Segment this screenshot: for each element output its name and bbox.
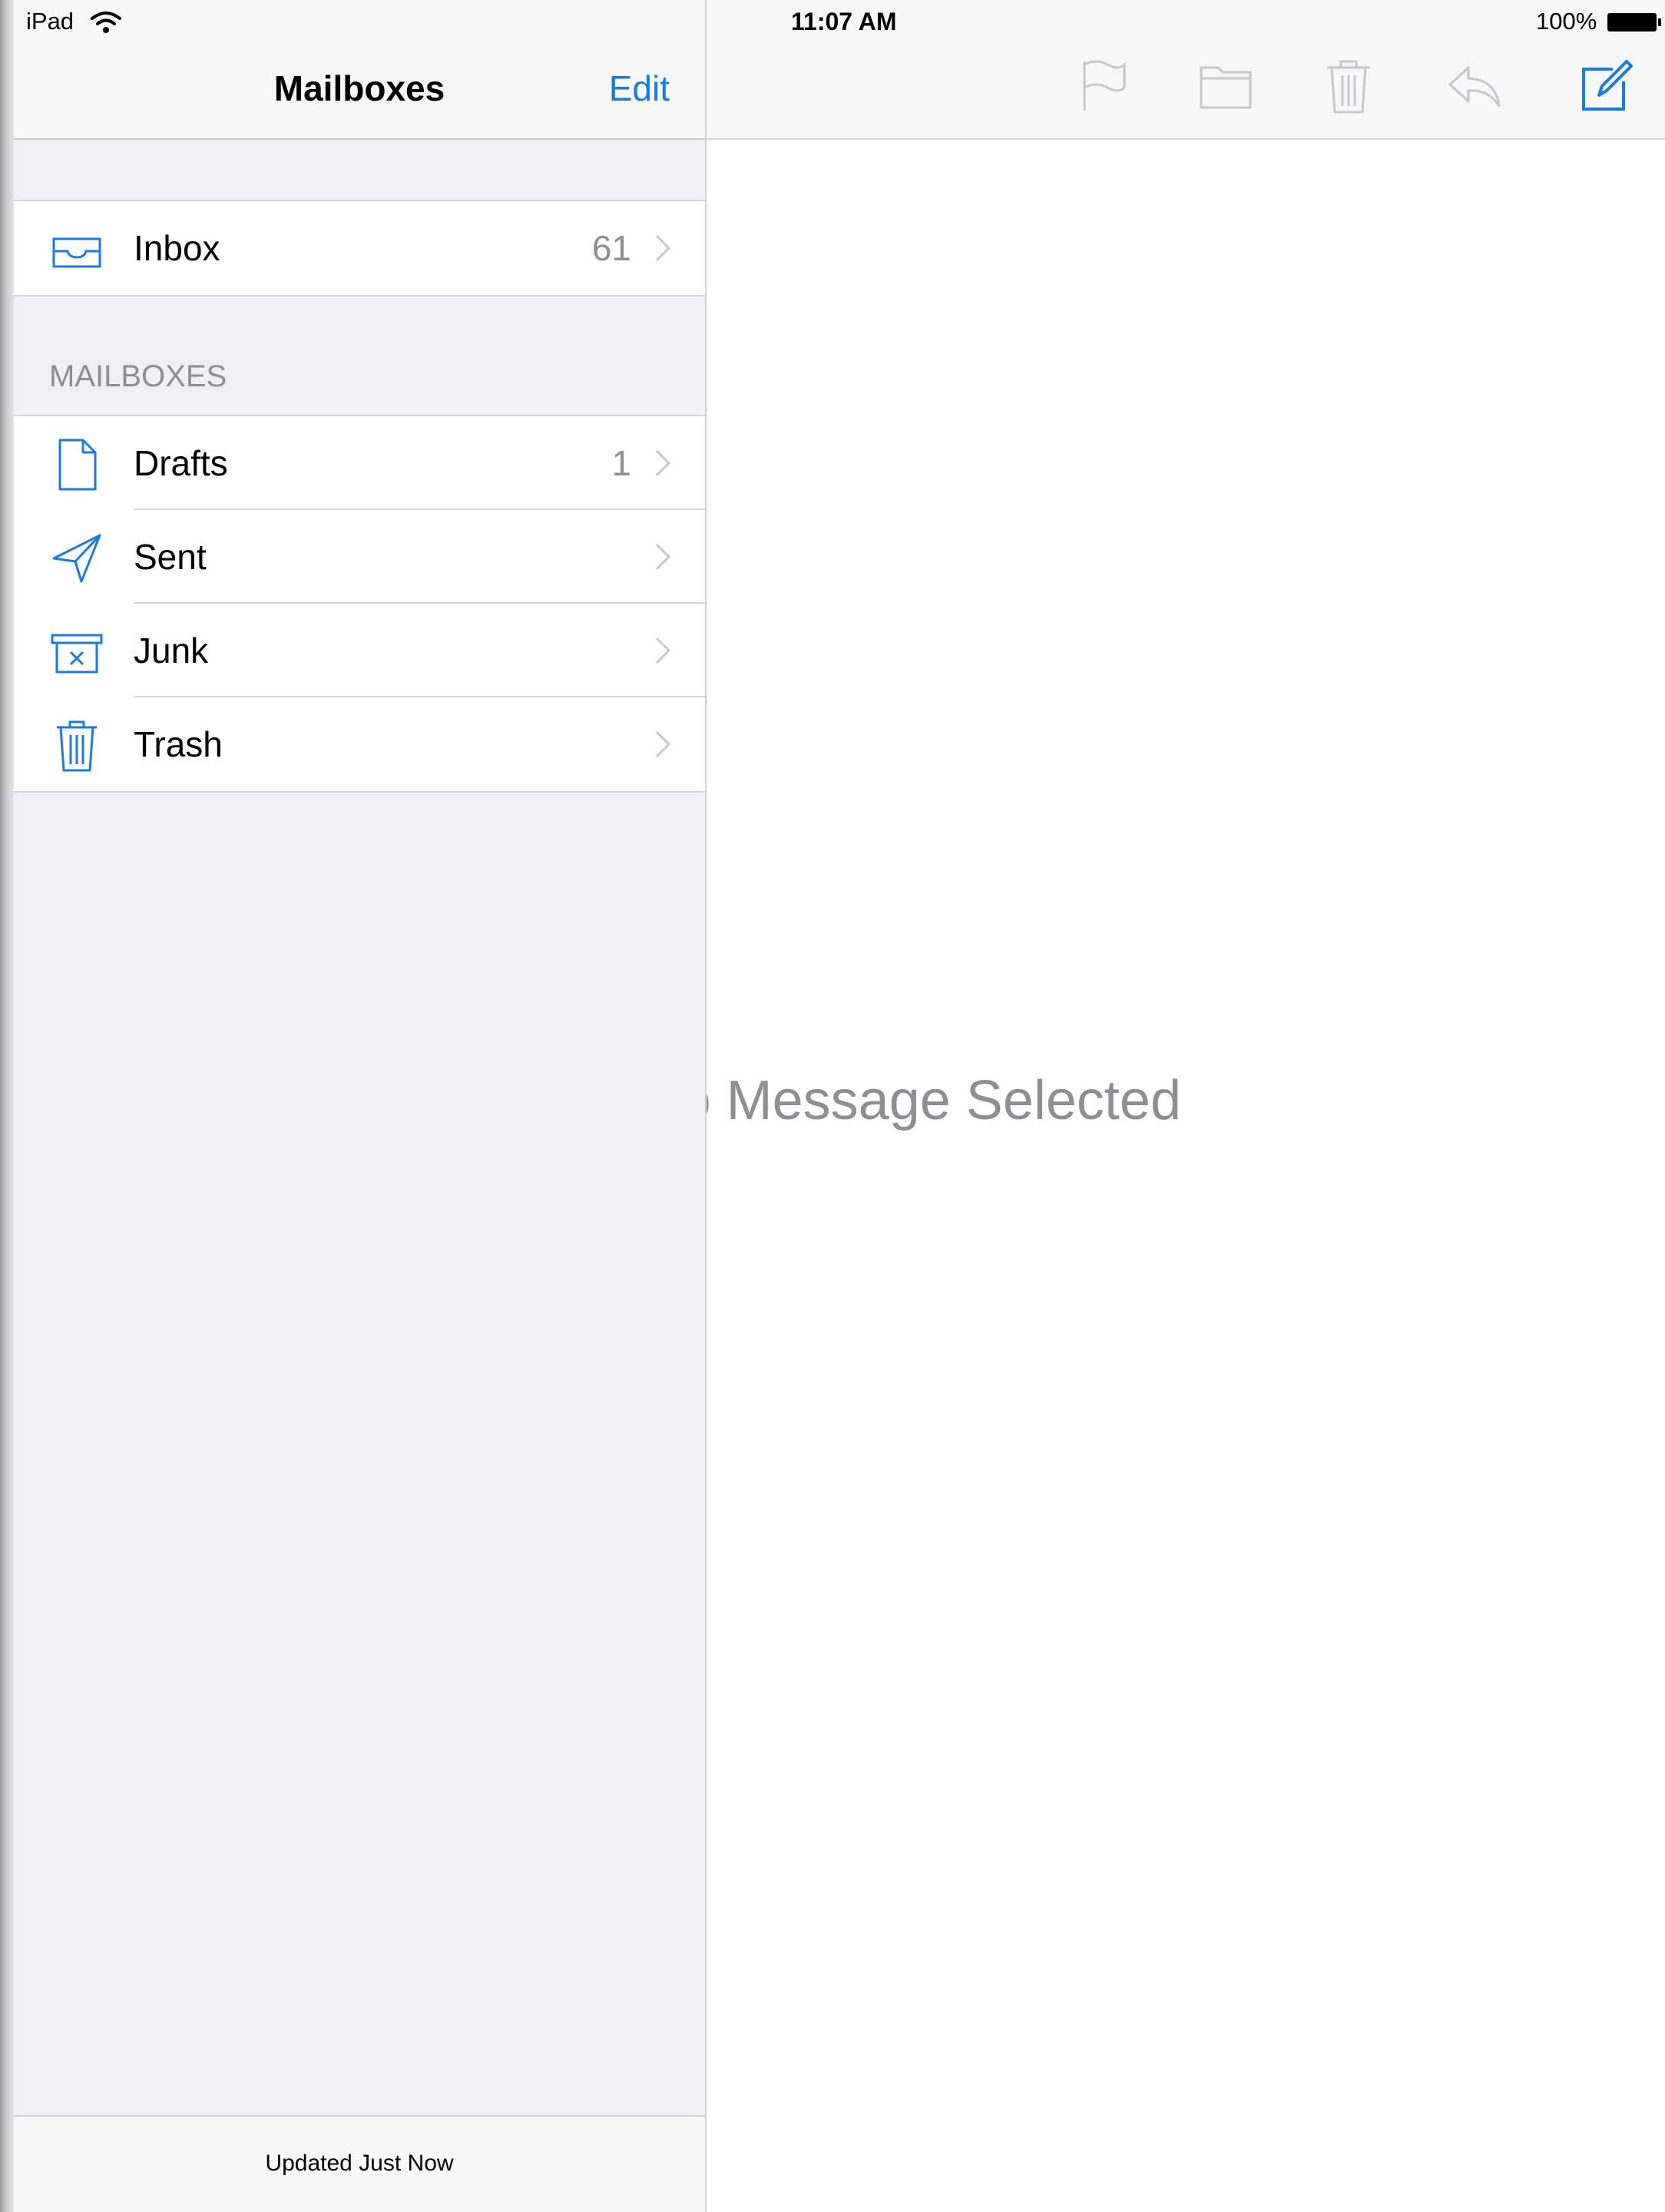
mailbox-label: Junk [134, 631, 209, 671]
mailbox-label: Sent [134, 537, 207, 577]
chevron-right-icon [655, 543, 671, 571]
mailbox-label: Trash [134, 724, 223, 764]
section-header: MAILBOXES [49, 359, 227, 393]
page-title: Mailboxes [273, 68, 445, 108]
item-count: 1 [611, 443, 631, 483]
mailbox-row-junk[interactable]: Junk [14, 604, 705, 697]
mailboxes-group: Drafts 1 Sent Junk Trash [14, 415, 705, 793]
sidebar-footer: Updated Just Now [14, 2115, 705, 2212]
unread-count: 61 [591, 228, 631, 268]
drafts-icon [58, 439, 97, 491]
mailbox-row-sent[interactable]: Sent [14, 510, 705, 604]
update-status: Updated Just Now [265, 2151, 454, 2176]
chevron-right-icon [655, 449, 671, 477]
chevron-right-icon [655, 637, 671, 664]
trash-icon[interactable] [1319, 57, 1378, 115]
chevron-right-icon [655, 730, 671, 758]
battery-icon [1607, 13, 1661, 31]
junk-icon [51, 634, 103, 674]
battery-percent: 100% [1536, 8, 1597, 35]
empty-message: No Message Selected [705, 1070, 1181, 1131]
edit-button[interactable]: Edit [609, 68, 670, 109]
mailbox-row-trash[interactable]: Trash [14, 697, 705, 791]
flag-icon[interactable] [1074, 57, 1132, 115]
folder-icon[interactable] [1197, 57, 1255, 115]
mailbox-label: Drafts [134, 443, 228, 483]
mailbox-label: Inbox [134, 228, 220, 268]
device-name: iPad [26, 8, 74, 35]
sent-icon [52, 534, 101, 583]
inbox-group: Inbox 61 [14, 200, 705, 296]
trash-icon [57, 720, 97, 772]
mailbox-row-drafts[interactable]: Drafts 1 [14, 416, 705, 510]
reply-icon[interactable] [1445, 57, 1504, 115]
status-time: 11:07 AM [791, 8, 897, 35]
compose-icon[interactable] [1576, 57, 1634, 115]
screen-edge [0, 0, 14, 2212]
wifi-icon [91, 12, 121, 33]
mailbox-row-inbox[interactable]: Inbox 61 [14, 201, 705, 295]
mailboxes-sidebar: Mailboxes Edit Inbox 61 MAILBOXES Drafts… [14, 0, 707, 2212]
chevron-right-icon [655, 234, 671, 262]
status-bar: iPad 11:07 AM 100% [0, 0, 1665, 45]
inbox-icon [52, 237, 101, 268]
